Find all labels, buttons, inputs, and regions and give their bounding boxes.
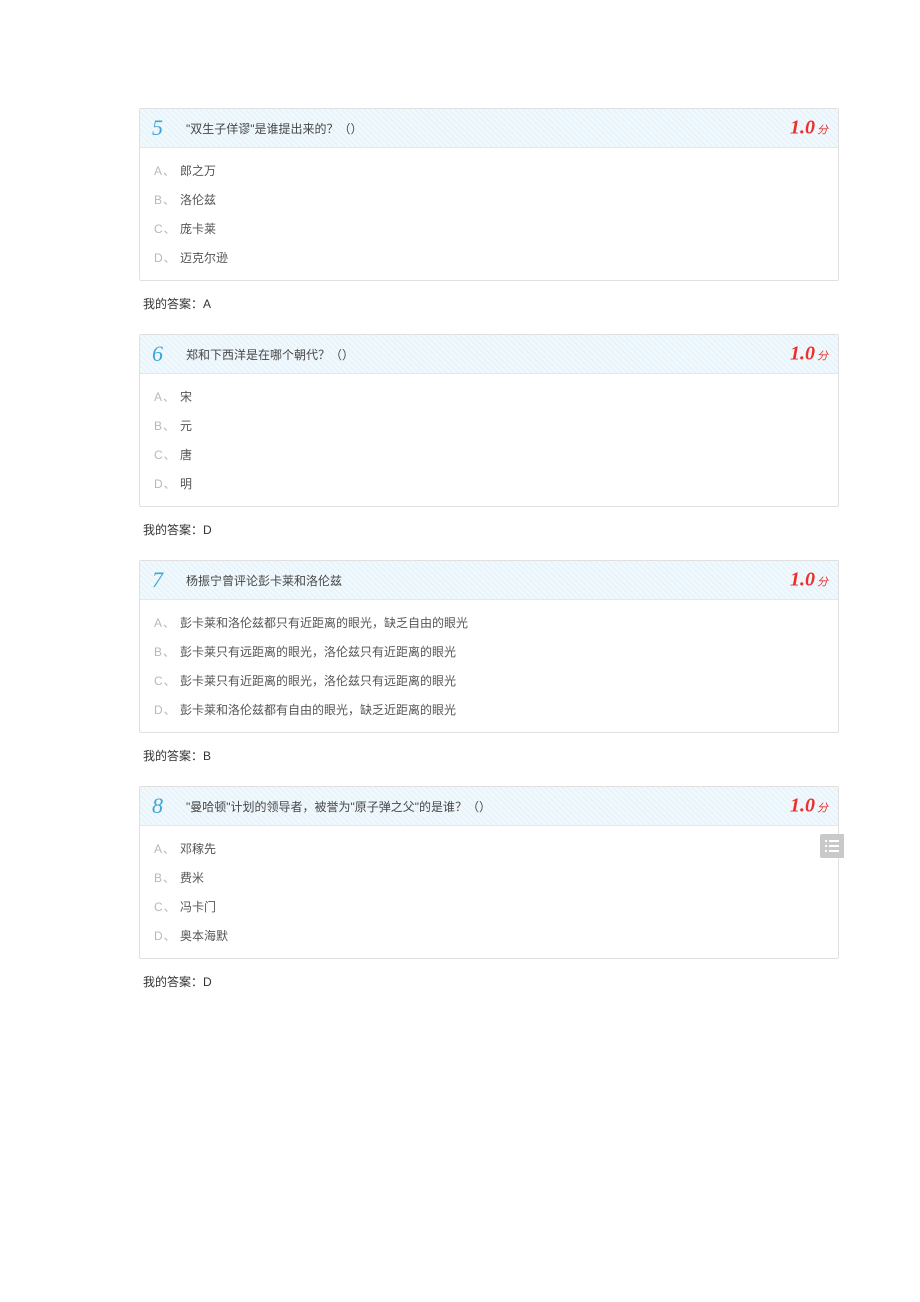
score-unit: 分 <box>817 577 828 589</box>
option-text: 元 <box>180 417 192 434</box>
question-score: 1.0分 <box>790 343 828 366</box>
question-block: 7 杨振宁曾评论彭卡莱和洛伦兹 1.0分 A、 彭卡莱和洛伦兹都只有近距离的眼光… <box>139 560 839 733</box>
option-label: C、 <box>154 898 180 915</box>
option-label: D、 <box>154 249 180 266</box>
side-panel-toggle[interactable] <box>820 834 844 858</box>
option-row[interactable]: B、 彭卡莱只有远距离的眼光，洛伦兹只有近距离的眼光 <box>154 643 824 660</box>
option-row[interactable]: D、 奥本海默 <box>154 927 824 944</box>
question-number: 5 <box>152 115 184 141</box>
option-label: C、 <box>154 672 180 689</box>
answer-prefix: 我的答案： <box>143 523 203 537</box>
question-block: 6 郑和下西洋是在哪个朝代？（） 1.0分 A、 宋 B、 元 C、 唐 D、 … <box>139 334 839 507</box>
option-text: 彭卡莱只有近距离的眼光，洛伦兹只有远距离的眼光 <box>180 672 456 689</box>
option-text: 费米 <box>180 869 204 886</box>
option-text: 迈克尔逊 <box>180 249 228 266</box>
option-text: 唐 <box>180 446 192 463</box>
my-answer: 我的答案：B <box>139 741 839 786</box>
option-row[interactable]: D、 彭卡莱和洛伦兹都有自由的眼光，缺乏近距离的眼光 <box>154 701 824 718</box>
option-text: 彭卡莱和洛伦兹都只有近距离的眼光，缺乏自由的眼光 <box>180 614 468 631</box>
my-answer: 我的答案：D <box>139 515 839 560</box>
option-row[interactable]: D、 明 <box>154 475 824 492</box>
answer-value: D <box>203 975 212 989</box>
option-row[interactable]: A、 彭卡莱和洛伦兹都只有近距离的眼光，缺乏自由的眼光 <box>154 614 824 631</box>
option-row[interactable]: C、 庞卡莱 <box>154 220 824 237</box>
options-list: A、 邓稼先 B、 费米 C、 冯卡门 D、 奥本海默 <box>140 826 838 958</box>
question-header: 5 "双生子佯谬"是谁提出来的？（） 1.0分 <box>140 109 838 148</box>
option-text: 冯卡门 <box>180 898 216 915</box>
option-text: 明 <box>180 475 192 492</box>
question-header: 6 郑和下西洋是在哪个朝代？（） 1.0分 <box>140 335 838 374</box>
question-block: 5 "双生子佯谬"是谁提出来的？（） 1.0分 A、 郎之万 B、 洛伦兹 C、… <box>139 108 839 281</box>
question-number: 8 <box>152 793 184 819</box>
answer-prefix: 我的答案： <box>143 297 203 311</box>
answer-value: D <box>203 523 212 537</box>
score-unit: 分 <box>817 803 828 815</box>
option-label: A、 <box>154 388 180 405</box>
option-text: 彭卡莱和洛伦兹都有自由的眼光，缺乏近距离的眼光 <box>180 701 456 718</box>
option-label: B、 <box>154 191 180 208</box>
option-label: B、 <box>154 417 180 434</box>
answer-value: A <box>203 297 211 311</box>
score-unit: 分 <box>817 125 828 137</box>
option-label: A、 <box>154 840 180 857</box>
quiz-container: 5 "双生子佯谬"是谁提出来的？（） 1.0分 A、 郎之万 B、 洛伦兹 C、… <box>139 108 839 1012</box>
option-row[interactable]: A、 宋 <box>154 388 824 405</box>
option-text: 郎之万 <box>180 162 216 179</box>
answer-value: B <box>203 749 211 763</box>
question-text: 郑和下西洋是在哪个朝代？（） <box>184 346 826 363</box>
option-text: 邓稼先 <box>180 840 216 857</box>
option-label: B、 <box>154 643 180 660</box>
option-text: 彭卡莱只有远距离的眼光，洛伦兹只有近距离的眼光 <box>180 643 456 660</box>
question-number: 6 <box>152 341 184 367</box>
option-row[interactable]: C、 彭卡莱只有近距离的眼光，洛伦兹只有远距离的眼光 <box>154 672 824 689</box>
list-icon <box>825 840 839 852</box>
score-unit: 分 <box>817 351 828 363</box>
option-label: C、 <box>154 446 180 463</box>
option-label: C、 <box>154 220 180 237</box>
options-list: A、 彭卡莱和洛伦兹都只有近距离的眼光，缺乏自由的眼光 B、 彭卡莱只有远距离的… <box>140 600 838 732</box>
question-text: 杨振宁曾评论彭卡莱和洛伦兹 <box>184 572 826 589</box>
answer-prefix: 我的答案： <box>143 975 203 989</box>
my-answer: 我的答案：A <box>139 289 839 334</box>
question-number: 7 <box>152 567 184 593</box>
question-header: 8 "曼哈顿"计划的领导者，被誉为"原子弹之父"的是谁？（） 1.0分 <box>140 787 838 826</box>
option-label: D、 <box>154 701 180 718</box>
option-row[interactable]: B、 元 <box>154 417 824 434</box>
score-value: 1.0 <box>790 795 815 817</box>
my-answer: 我的答案：D <box>139 967 839 1012</box>
option-row[interactable]: C、 冯卡门 <box>154 898 824 915</box>
option-row[interactable]: B、 洛伦兹 <box>154 191 824 208</box>
question-header: 7 杨振宁曾评论彭卡莱和洛伦兹 1.0分 <box>140 561 838 600</box>
question-score: 1.0分 <box>790 117 828 140</box>
option-text: 洛伦兹 <box>180 191 216 208</box>
option-row[interactable]: C、 唐 <box>154 446 824 463</box>
options-list: A、 宋 B、 元 C、 唐 D、 明 <box>140 374 838 506</box>
options-list: A、 郎之万 B、 洛伦兹 C、 庞卡莱 D、 迈克尔逊 <box>140 148 838 280</box>
option-text: 奥本海默 <box>180 927 228 944</box>
score-value: 1.0 <box>790 343 815 365</box>
option-row[interactable]: A、 邓稼先 <box>154 840 824 857</box>
option-row[interactable]: A、 郎之万 <box>154 162 824 179</box>
question-block: 8 "曼哈顿"计划的领导者，被誉为"原子弹之父"的是谁？（） 1.0分 A、 邓… <box>139 786 839 959</box>
question-score: 1.0分 <box>790 795 828 818</box>
option-text: 宋 <box>180 388 192 405</box>
option-label: A、 <box>154 614 180 631</box>
option-label: A、 <box>154 162 180 179</box>
answer-prefix: 我的答案： <box>143 749 203 763</box>
option-text: 庞卡莱 <box>180 220 216 237</box>
question-text: "双生子佯谬"是谁提出来的？（） <box>184 120 826 137</box>
option-label: D、 <box>154 475 180 492</box>
option-label: B、 <box>154 869 180 886</box>
option-row[interactable]: B、 费米 <box>154 869 824 886</box>
score-value: 1.0 <box>790 117 815 139</box>
question-text: "曼哈顿"计划的领导者，被誉为"原子弹之父"的是谁？（） <box>184 798 826 815</box>
option-label: D、 <box>154 927 180 944</box>
score-value: 1.0 <box>790 569 815 591</box>
question-score: 1.0分 <box>790 569 828 592</box>
option-row[interactable]: D、 迈克尔逊 <box>154 249 824 266</box>
